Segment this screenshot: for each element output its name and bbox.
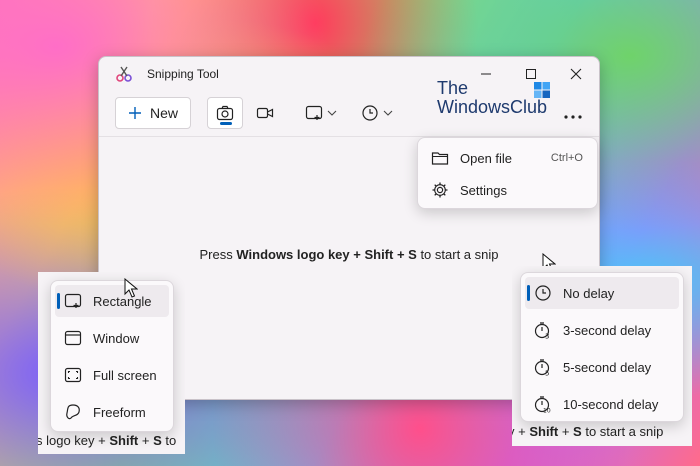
shape-hint-before: s logo key + — [38, 433, 110, 448]
shape-hint-shift: Shift — [109, 433, 139, 448]
snip-shape-dropdown[interactable] — [305, 97, 337, 129]
mouse-pointer-icon — [124, 278, 138, 298]
clock-icon — [535, 285, 551, 301]
close-icon — [570, 68, 582, 80]
snip-delay-dropdown[interactable] — [361, 97, 393, 129]
hint-text-after: to start a snip — [416, 247, 499, 262]
window-label: Window — [93, 330, 140, 346]
delay-menu-inset: No delay 3 3-second delay 5 5-second del — [512, 266, 692, 446]
timer-10-icon: 10 — [534, 396, 551, 414]
svg-text:3: 3 — [545, 333, 549, 340]
shape-menu-inset: Rectangle Window Full screen Freeform s … — [38, 272, 185, 454]
delay-hint-mid: + — [558, 424, 574, 439]
close-button[interactable] — [554, 61, 598, 87]
freeform-snip-icon — [66, 404, 80, 420]
shape-hint-after: to — [161, 433, 177, 448]
open-file-shortcut: Ctrl+O — [550, 152, 583, 164]
snipping-tool-app-icon — [116, 66, 132, 82]
chevron-down-icon — [383, 110, 393, 116]
menu-item-window[interactable]: Window — [55, 322, 169, 354]
delay-hint-before: y + — [512, 424, 526, 439]
menu-item-3-second-delay[interactable]: 3 3-second delay — [525, 314, 679, 346]
video-camera-icon — [256, 107, 274, 119]
shape-hint-mid: + — [138, 433, 154, 448]
fullscreen-snip-icon — [64, 367, 82, 383]
thewindowsclub-watermark: The WindowsClub — [437, 78, 550, 117]
shape-hint-s: S — [153, 433, 162, 448]
settings-label: Settings — [460, 182, 507, 198]
menu-item-freeform[interactable]: Freeform — [55, 396, 169, 428]
svg-text:5: 5 — [545, 370, 549, 377]
window-snip-icon — [64, 330, 82, 346]
menu-item-rectangle[interactable]: Rectangle — [55, 285, 169, 317]
snip-delay-menu: No delay 3 3-second delay 5 5-second del — [520, 272, 684, 422]
video-mode-button[interactable] — [247, 97, 283, 129]
open-file-label: Open file — [460, 150, 513, 166]
shape-inset-hint: s logo key + Shift + S to — [38, 433, 176, 448]
new-button-label: New — [150, 105, 179, 121]
timer-5-icon: 5 — [534, 359, 549, 377]
windows-logo-icon — [534, 82, 550, 98]
more-dots-icon — [564, 115, 582, 119]
delay-inset-hint: y + Shift + S to start a snip — [512, 424, 663, 439]
timer-3-icon: 3 — [534, 322, 549, 340]
clock-icon — [362, 105, 378, 121]
no-delay-label: No delay — [563, 285, 615, 301]
watermark-line2: WindowsClub — [437, 97, 548, 117]
menu-item-5-second-delay[interactable]: 5 5-second delay — [525, 351, 679, 383]
rectangle-label: Rectangle — [93, 293, 152, 309]
menu-item-settings[interactable]: Settings — [422, 174, 593, 206]
rectangle-snip-icon — [305, 105, 323, 120]
delay-hint-shift: Shift — [529, 424, 559, 439]
snip-mode-group — [207, 97, 283, 129]
menu-item-no-delay[interactable]: No delay — [525, 277, 679, 309]
more-options-menu: Open file Ctrl+O Settings — [417, 137, 598, 209]
menu-item-full-screen[interactable]: Full screen — [55, 359, 169, 391]
svg-text:10: 10 — [543, 408, 551, 414]
hint-text-before: Press — [199, 247, 237, 262]
rectangle-snip-icon — [64, 293, 82, 308]
start-snip-hint: Press Windows logo key + Shift + S to st… — [99, 247, 599, 262]
screenshot-mode-button[interactable] — [207, 97, 243, 129]
watermark-line1: The — [437, 78, 469, 98]
gear-icon — [432, 182, 448, 198]
delay-hint-s: S — [573, 424, 582, 439]
menu-item-open-file[interactable]: Open file Ctrl+O — [422, 142, 593, 174]
menu-item-10-second-delay[interactable]: 10 10-second delay — [525, 388, 679, 420]
full-screen-label: Full screen — [93, 367, 157, 383]
chevron-down-icon — [327, 110, 337, 116]
new-snip-button[interactable]: New — [115, 97, 191, 129]
camera-icon — [216, 105, 234, 121]
snip-shape-menu: Rectangle Window Full screen Freeform — [50, 280, 174, 432]
3-second-delay-label: 3-second delay — [563, 322, 652, 338]
see-more-button[interactable] — [559, 105, 587, 129]
folder-icon — [431, 152, 449, 165]
5-second-delay-label: 5-second delay — [563, 359, 652, 375]
freeform-label: Freeform — [93, 404, 146, 420]
plus-icon — [129, 107, 141, 119]
window-title: Snipping Tool — [147, 67, 219, 81]
10-second-delay-label: 10-second delay — [563, 396, 659, 412]
delay-hint-after: to start a snip — [581, 424, 664, 439]
hint-shortcut: Windows logo key + Shift + S — [236, 247, 417, 262]
